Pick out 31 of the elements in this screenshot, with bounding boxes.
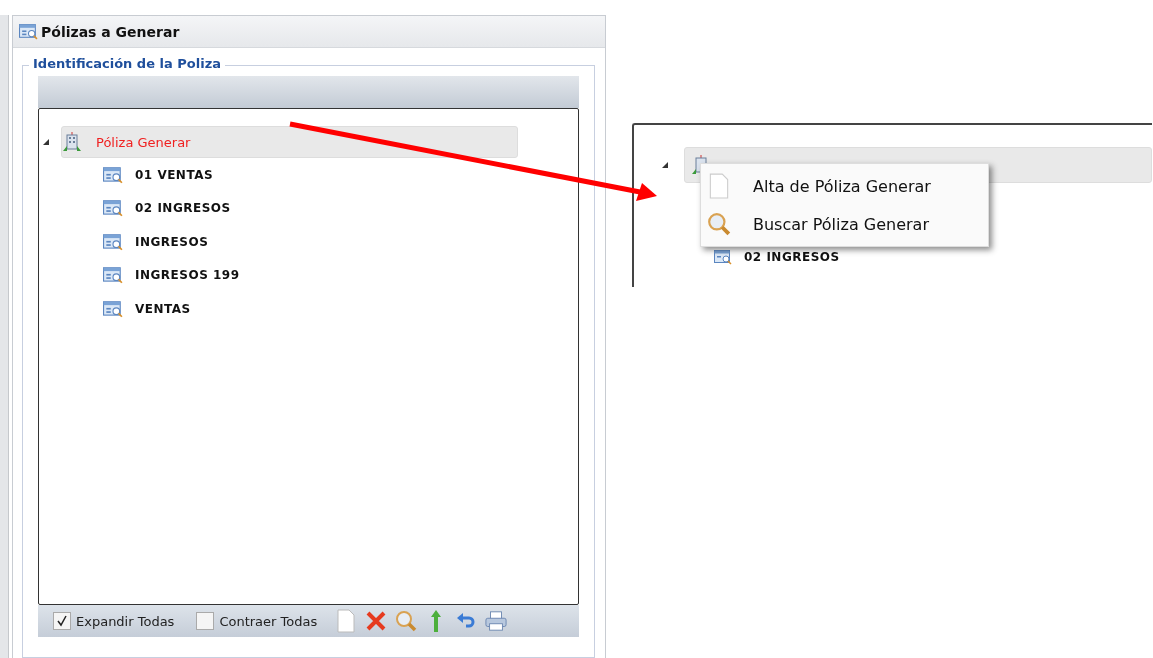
- form-icon: [103, 265, 123, 286]
- expand-triangle-icon: [661, 161, 669, 169]
- menu-item[interactable]: Alta de Póliza Generar: [701, 167, 988, 205]
- tree-item: 02 INGRESOS: [714, 249, 1152, 265]
- expand-triangle-icon[interactable]: [42, 138, 50, 146]
- tree-item[interactable]: 01 VENTAS: [103, 158, 218, 192]
- checkbox[interactable]: [196, 612, 215, 630]
- tree-item[interactable]: INGRESOS 199: [103, 258, 244, 292]
- checkbox[interactable]: [53, 612, 71, 630]
- form-icon: [19, 23, 38, 40]
- form-icon: [714, 249, 732, 265]
- checkbox-label[interactable]: Expandir Todas: [76, 613, 175, 629]
- tree-item[interactable]: INGRESOS: [103, 225, 213, 259]
- form-icon: [103, 198, 123, 219]
- fieldset-legend: Identificación de la Poliza: [29, 56, 225, 71]
- form-icon: [103, 231, 123, 252]
- menu-item[interactable]: Buscar Póliza Generar: [701, 205, 988, 243]
- delete-icon[interactable]: [365, 609, 388, 633]
- form-icon: [103, 298, 123, 319]
- search-icon: [707, 211, 731, 237]
- print-icon[interactable]: [485, 609, 508, 633]
- search-icon[interactable]: [395, 609, 418, 633]
- building-icon: [62, 132, 82, 152]
- tree-item[interactable]: VENTAS: [103, 292, 195, 326]
- checkbox-label[interactable]: Contraer Todas: [219, 613, 318, 629]
- form-icon: [103, 164, 123, 185]
- tree-item[interactable]: 02 INGRESOS: [103, 191, 235, 225]
- new-document-icon[interactable]: [335, 609, 358, 633]
- window-title: Pólizas a Generar: [41, 23, 180, 40]
- tree-root-label: Póliza Generar: [96, 134, 191, 150]
- document-icon: [707, 173, 731, 199]
